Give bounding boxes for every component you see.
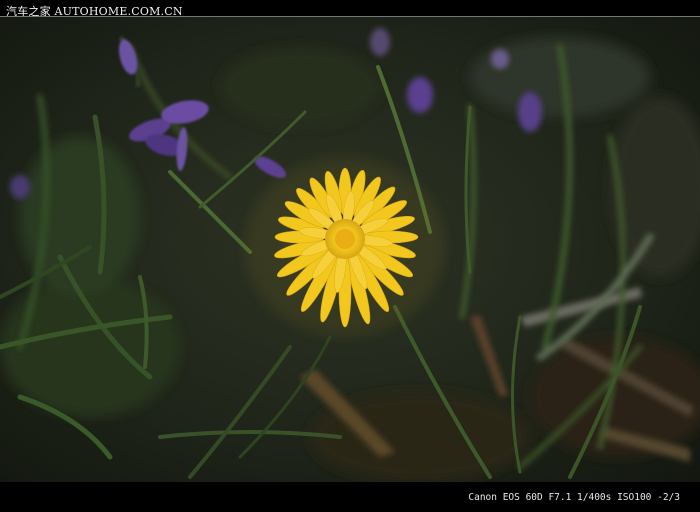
bottom-bar: Canon EOS 60D F7.1 1/400s ISO100 -2/3 bbox=[0, 482, 700, 512]
camera-exif-info: Canon EOS 60D F7.1 1/400s ISO100 -2/3 bbox=[468, 492, 680, 503]
dandelion-flower bbox=[245, 157, 445, 337]
dandelion-photo bbox=[0, 17, 700, 482]
photo bbox=[0, 17, 700, 482]
top-bar: 汽车之家 AUTOHOME.COM.CN bbox=[0, 0, 700, 18]
